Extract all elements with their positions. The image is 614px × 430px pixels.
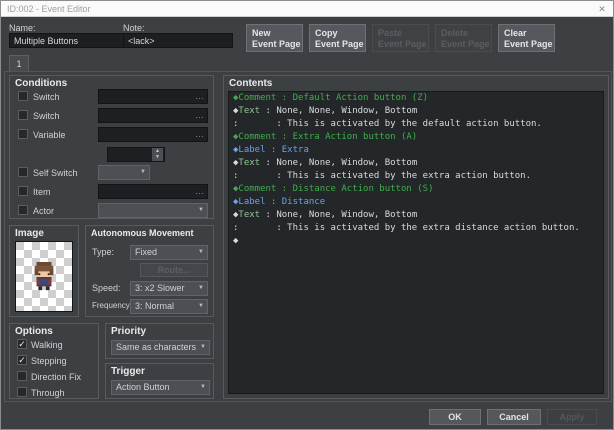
content-line[interactable]: ◆Comment : Distance Action button (S) [229,183,603,196]
variable-checkbox[interactable] [18,129,28,139]
through-label: Through [31,388,65,398]
chevron-down-icon: ▼ [198,285,204,291]
variable-field[interactable]: … [98,127,208,142]
note-label: Note: [123,23,145,33]
switch2-checkbox[interactable] [18,110,28,120]
actor-dropdown[interactable]: ▼ [98,203,208,218]
tab-page-1[interactable]: 1 [9,55,29,72]
switch1-field[interactable]: … [98,89,208,104]
event-editor-window: ID:002 - Event Editor ✕ Name: Note: NewE… [0,0,614,430]
item-label: Item [33,187,51,197]
priority-group: Priority Same as characters ▼ [105,323,214,359]
note-input[interactable] [123,33,233,48]
content-line[interactable]: ◆Text : None, None, Window, Bottom [229,209,603,222]
switch2-label: Switch [33,111,60,121]
through-checkbox[interactable] [17,387,27,397]
content-line[interactable]: ◆Label : Distance [229,196,603,209]
item-checkbox[interactable] [18,186,28,196]
chevron-down-icon: ▼ [198,249,204,255]
switch2-field[interactable]: … [98,108,208,123]
close-icon[interactable]: ✕ [595,3,609,15]
character-sprite-image[interactable] [15,241,73,312]
chevron-down-icon: ▼ [200,344,206,350]
self-switch-label: Self Switch [33,168,78,178]
stepping-checkbox[interactable]: ✓ [17,355,27,365]
trigger-dropdown[interactable]: Action Button ▼ [111,380,210,395]
character-sprite-icon [34,261,54,290]
type-label: Type: [92,247,115,257]
self-switch-dropdown[interactable]: ▼ [98,165,150,180]
trigger-title: Trigger [111,366,145,377]
content-line[interactable]: ◆Text : None, None, Window, Bottom [229,157,603,170]
content-line[interactable]: : : This is activated by the extra actio… [229,170,603,183]
chevron-down-icon: ▼ [198,303,204,309]
chevron-down-icon: ▼ [200,384,206,390]
variable-ellipsis-icon[interactable]: … [195,128,204,141]
paste-event-page-button: Paste Event Page [372,24,429,52]
movement-title: Autonomous Movement [91,228,194,238]
delete-event-page-button: Delete Event Page [435,24,492,52]
chevron-down-icon: ▼ [198,207,204,213]
contents-title: Contents [229,78,273,89]
image-title: Image [15,228,44,239]
self-switch-checkbox[interactable] [18,167,28,177]
item-field[interactable]: … [98,184,208,199]
content-line[interactable]: : : This is activated by the default act… [229,118,603,131]
variable-value-spinner[interactable]: ▲ ▼ [107,147,165,162]
direction-fix-label: Direction Fix [31,372,82,382]
switch2-ellipsis-icon[interactable]: … [195,109,204,122]
conditions-title: Conditions [15,78,68,89]
switch1-ellipsis-icon[interactable]: … [195,90,204,103]
route-button: Route... [140,263,208,277]
direction-fix-checkbox[interactable] [17,371,27,381]
priority-dropdown[interactable]: Same as characters ▼ [111,340,210,355]
actor-label: Actor [33,206,55,216]
priority-title: Priority [111,326,147,337]
item-ellipsis-icon[interactable]: … [195,185,204,198]
options-title: Options [15,326,53,337]
speed-label: Speed: [92,283,121,293]
dialog-body: Name: Note: NewEvent Page CopyEvent Page… [1,17,613,429]
name-label: Name: [9,23,36,33]
chevron-down-icon: ▼ [140,169,146,175]
cancel-button[interactable]: Cancel [487,409,541,425]
ok-button[interactable]: OK [429,409,481,425]
apply-button: Apply [547,409,597,425]
new-event-page-button[interactable]: New Event Page [246,24,303,52]
content-line[interactable]: : : This is activated by the extra dista… [229,222,603,235]
content-line[interactable]: ◆Comment : Default Action button (Z) [229,92,603,105]
window-title: ID:002 - Event Editor [7,4,91,14]
switch1-label: Switch [33,92,60,102]
stepping-label: Stepping [31,356,67,366]
walking-checkbox[interactable]: ✓ [17,339,27,349]
content-line[interactable]: ◆Comment : Extra Action button (A) [229,131,603,144]
speed-dropdown[interactable]: 3: x2 Slower ▼ [130,281,208,296]
options-group: Options ✓ Walking ✓ Stepping Direction F… [9,323,99,399]
walking-label: Walking [31,340,63,350]
actor-checkbox[interactable] [18,205,28,215]
content-line[interactable]: ◆ [229,235,603,248]
conditions-group: Conditions Switch … Switch … Variable … … [9,75,214,219]
autonomous-movement-group: Autonomous Movement Type: Fixed ▼ Route..… [85,225,214,317]
switch1-checkbox[interactable] [18,91,28,101]
contents-group: Contents ◆Comment : Default Action butto… [223,75,609,399]
trigger-group: Trigger Action Button ▼ [105,363,214,399]
event-command-list[interactable]: ◆Comment : Default Action button (Z) ◆Tex… [228,91,604,394]
variable-label: Variable [33,130,66,140]
title-bar: ID:002 - Event Editor ✕ [1,1,613,17]
clear-event-page-button[interactable]: Clear Event Page [498,24,555,52]
movement-type-dropdown[interactable]: Fixed ▼ [130,245,208,260]
frequency-label: Frequency: [92,301,133,310]
content-line[interactable]: ◆Label : Extra [229,144,603,157]
content-line[interactable]: ◆Text : None, None, Window, Bottom [229,105,603,118]
image-group: Image [9,225,79,317]
spinner-arrows-icon[interactable]: ▲ ▼ [152,148,163,161]
copy-event-page-button[interactable]: Copy Event Page [309,24,366,52]
frequency-dropdown[interactable]: 3: Normal ▼ [130,299,208,314]
